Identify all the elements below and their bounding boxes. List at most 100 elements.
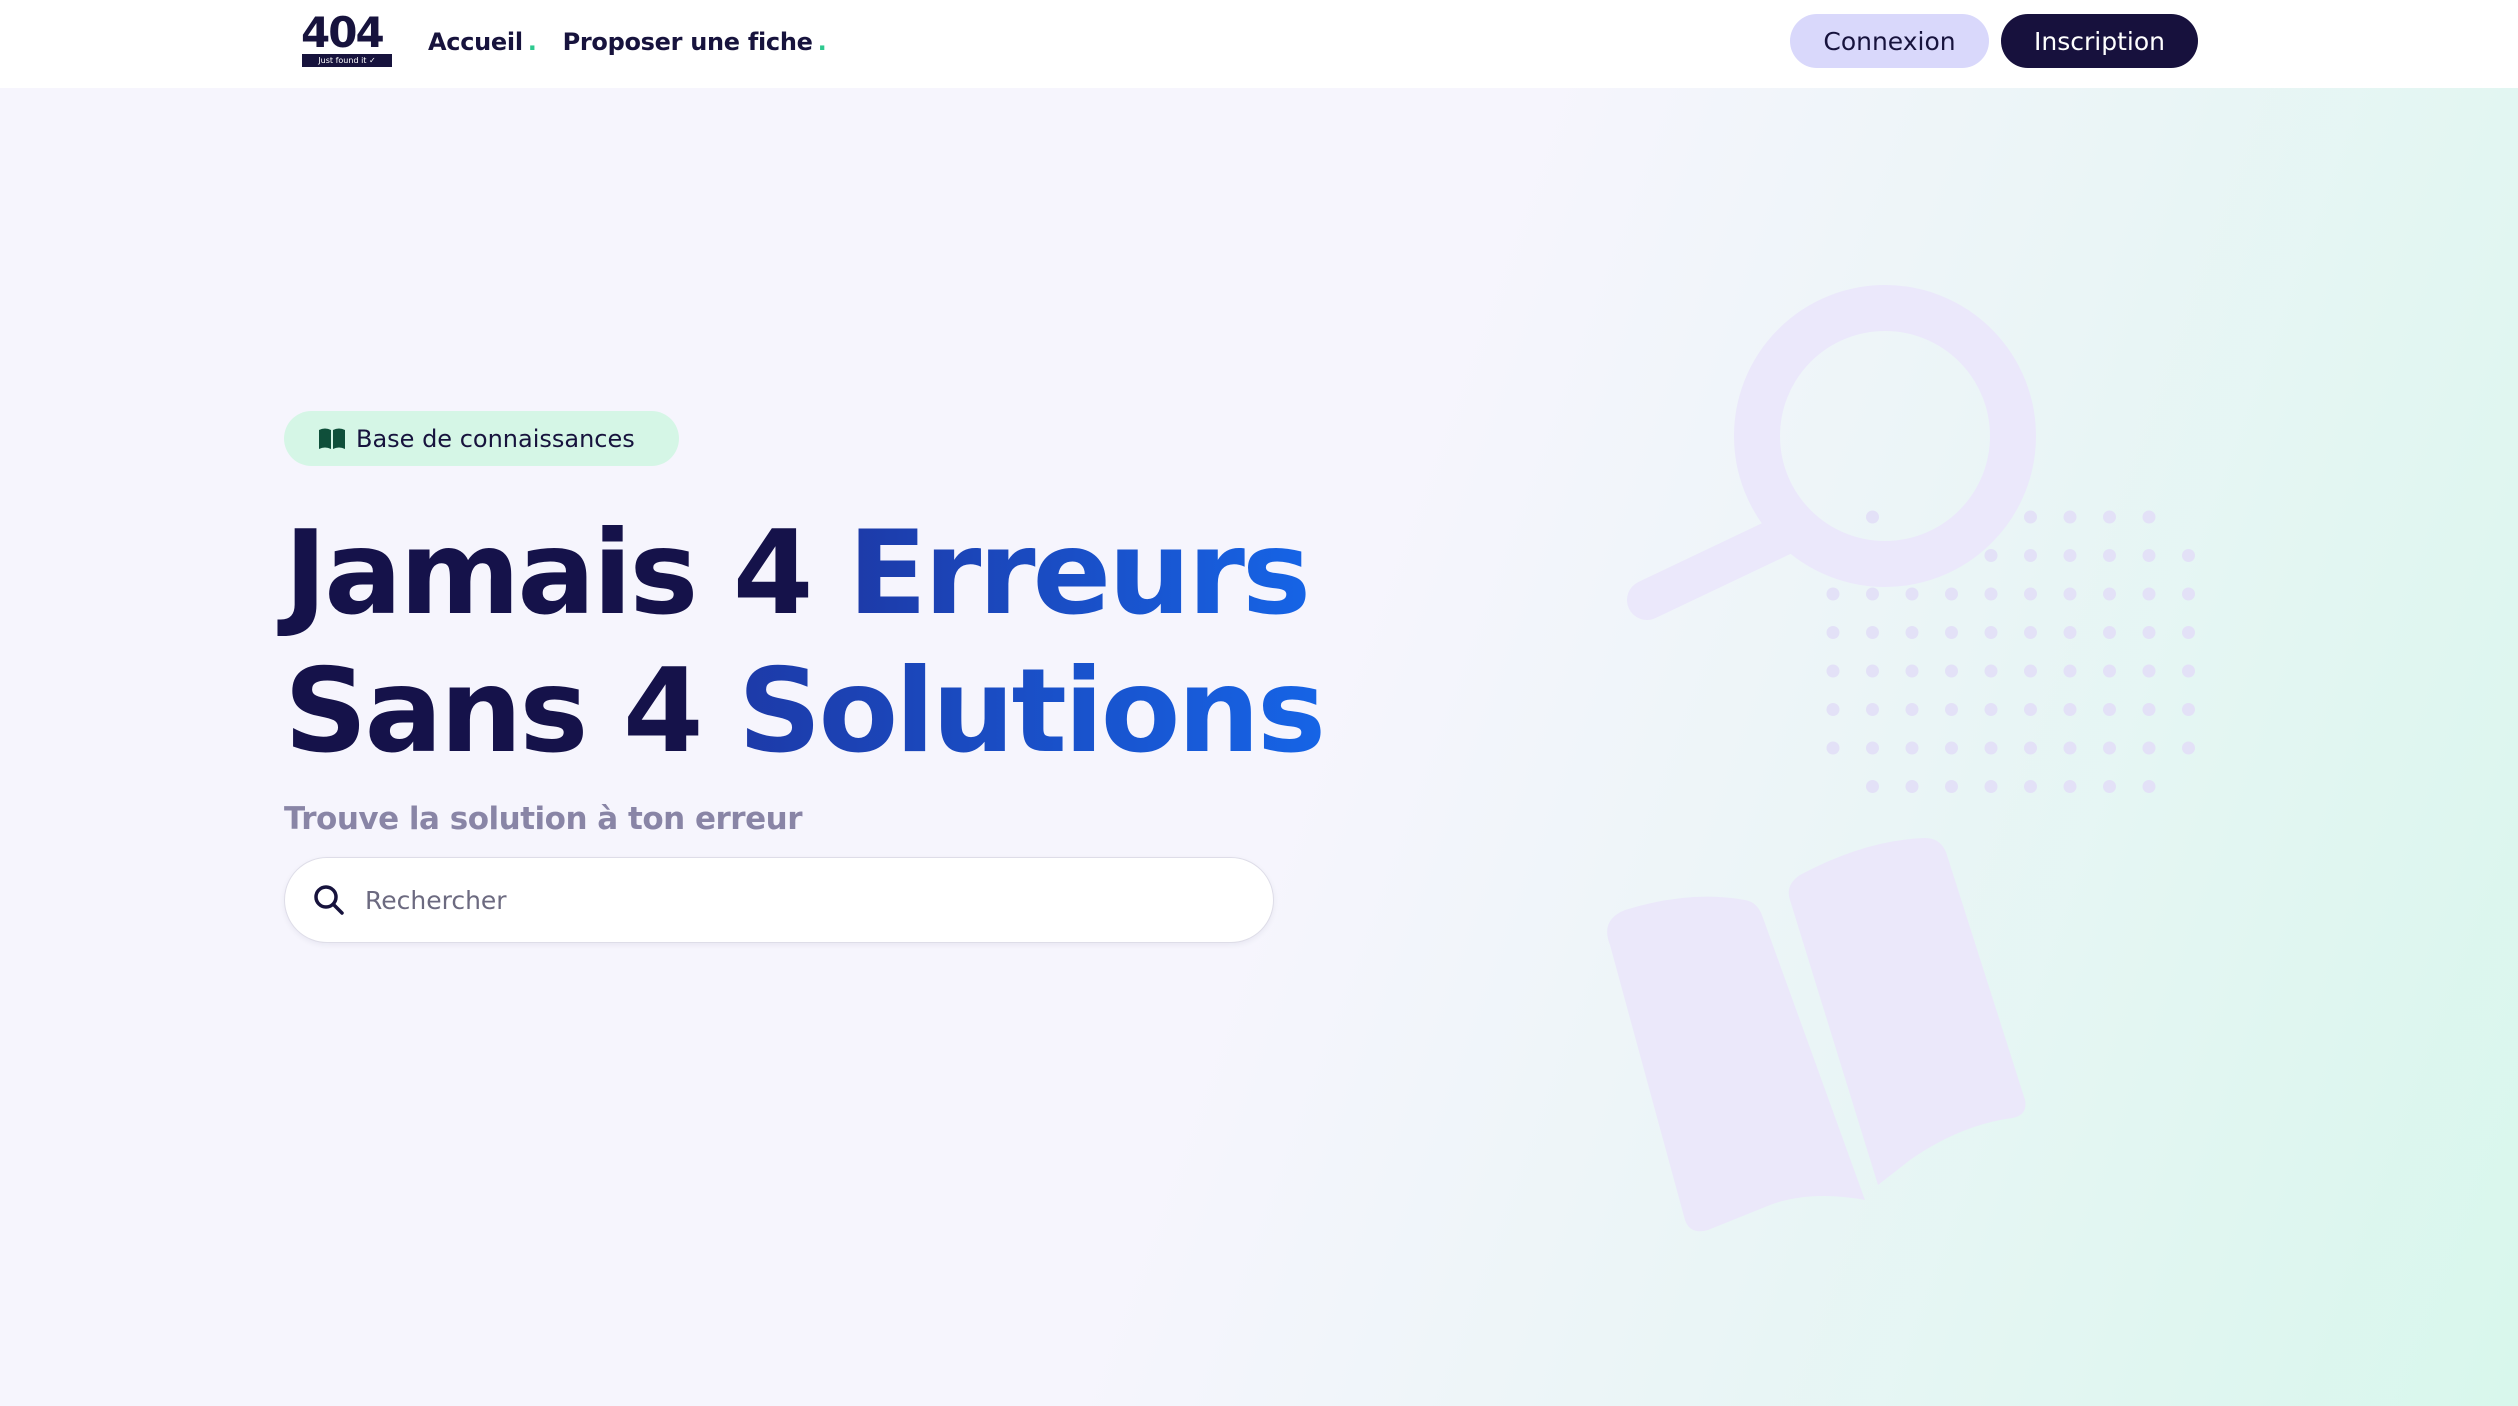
grid-dot [2182, 664, 2195, 678]
grid-dot [1945, 664, 1958, 678]
grid-dot [2063, 741, 2077, 755]
grid-dot [2103, 587, 2116, 601]
headline-line2-text: Sans 4 [284, 644, 738, 779]
grid-dot [2103, 626, 2116, 639]
grid-dot [2024, 664, 2037, 678]
signup-button[interactable]: Inscription [2001, 14, 2198, 68]
grid-dot [1866, 741, 1879, 755]
grid-dot [2063, 549, 2077, 562]
grid-dot [1866, 626, 1879, 639]
grid-dot [1905, 626, 1919, 639]
nav-link-label: Accueil [428, 28, 523, 56]
grid-dot [2024, 780, 2037, 793]
grid-dot [2182, 626, 2195, 639]
grid-dot [2142, 626, 2156, 639]
grid-dot [1984, 587, 1998, 601]
grid-dot [1905, 703, 1919, 716]
grid-dot [2142, 510, 2156, 524]
grid-dot [2063, 703, 2077, 716]
nav-link-accueil[interactable]: Accueil . [428, 28, 537, 56]
grid-dot [1826, 587, 1840, 601]
headline-line1-text: Jamais 4 [284, 506, 848, 641]
grid-dot [2142, 549, 2156, 562]
grid-dot [1984, 780, 1998, 793]
grid-dot [2024, 741, 2037, 755]
magnifier-illustration [1627, 285, 2036, 620]
hero-subtitle: Trouve la solution à ton erreur [284, 801, 802, 837]
grid-dot [1984, 626, 1998, 639]
open-book-icon [319, 428, 345, 449]
grid-dot [1866, 587, 1879, 601]
book-illustration [1607, 838, 2026, 1232]
grid-dot [2142, 587, 2156, 601]
grid-dot [2063, 664, 2077, 678]
grid-dot [2142, 741, 2156, 755]
grid-dot [1866, 510, 1879, 524]
headline-line1: Jamais 4 Erreurs [284, 506, 1311, 641]
grid-dot [1905, 741, 1919, 755]
grid-dot [2182, 587, 2195, 601]
grid-dot [1826, 703, 1840, 716]
grid-dot [2103, 703, 2116, 716]
grid-dot [1984, 664, 1998, 678]
grid-dot [1866, 703, 1879, 716]
grid-dot [2103, 741, 2116, 755]
grid-dot [2024, 510, 2037, 524]
grid-dot [2142, 664, 2156, 678]
grid-dot [1945, 741, 1958, 755]
grid-dot [1945, 703, 1958, 716]
login-button[interactable]: Connexion [1790, 14, 1989, 68]
grid-dot [2063, 626, 2077, 639]
grid-dot [2103, 510, 2116, 524]
grid-dot [1945, 587, 1958, 601]
grid-dot [2103, 780, 2116, 793]
nav-dot: . [527, 28, 537, 56]
nav-link-label: Proposer une fiche [562, 28, 813, 56]
grid-dot [1984, 549, 1998, 562]
grid-dot [1905, 780, 1919, 793]
grid-dot [2024, 549, 2037, 562]
grid-dot [1905, 587, 1919, 601]
nav-links: Accueil . Proposer une fiche . [428, 22, 852, 62]
page: 404 Just found it ✓ Accueil . Proposer u… [0, 0, 2518, 1406]
nav-link-proposer-fiche[interactable]: Proposer une fiche . [563, 28, 827, 56]
nav-dot: . [817, 28, 827, 56]
grid-dot [2142, 703, 2156, 716]
grid-dot [2024, 626, 2037, 639]
grid-dot [2182, 703, 2195, 716]
grid-dot [2142, 780, 2156, 793]
grid-dot [1945, 780, 1958, 793]
grid-dot [1866, 664, 1879, 678]
grid-dot [2103, 549, 2116, 562]
knowledge-base-badge: Base de connaissances [284, 411, 679, 466]
grid-dot [1826, 626, 1840, 639]
hero-illustration [1607, 285, 2195, 1232]
grid-dot [2024, 587, 2037, 601]
search-bar[interactable] [284, 857, 1274, 943]
navbar: 404 Just found it ✓ Accueil . Proposer u… [0, 0, 2518, 88]
logo-tagline: Just found it ✓ [302, 54, 392, 67]
grid-dot [2063, 510, 2077, 524]
logo[interactable]: 404 Just found it ✓ [301, 8, 393, 68]
grid-dot [1826, 741, 1840, 755]
logo-number: 404 [301, 8, 385, 57]
headline-highlight-solutions: Solutions [737, 644, 1326, 779]
grid-dot [1945, 626, 1958, 639]
grid-dot [1905, 664, 1919, 678]
grid-dot [2063, 780, 2077, 793]
search-icon[interactable] [309, 880, 349, 920]
badge-label: Base de connaissances [356, 424, 635, 453]
grid-dot [1866, 780, 1879, 793]
search-input[interactable] [363, 884, 1223, 916]
grid-dot [2063, 587, 2077, 601]
grid-dot [2024, 703, 2037, 716]
headline-line2: Sans 4 Solutions [284, 644, 1326, 779]
grid-dot [1826, 664, 1840, 678]
grid-dot [2182, 741, 2195, 755]
headline-highlight-erreurs: Erreurs [847, 506, 1311, 641]
grid-dot [2182, 549, 2195, 562]
hero-headline: Jamais 4 Erreurs Sans 4 Solutions [284, 505, 1326, 781]
grid-dot [2103, 664, 2116, 678]
grid-dot [1984, 703, 1998, 716]
grid-dot [1984, 741, 1998, 755]
